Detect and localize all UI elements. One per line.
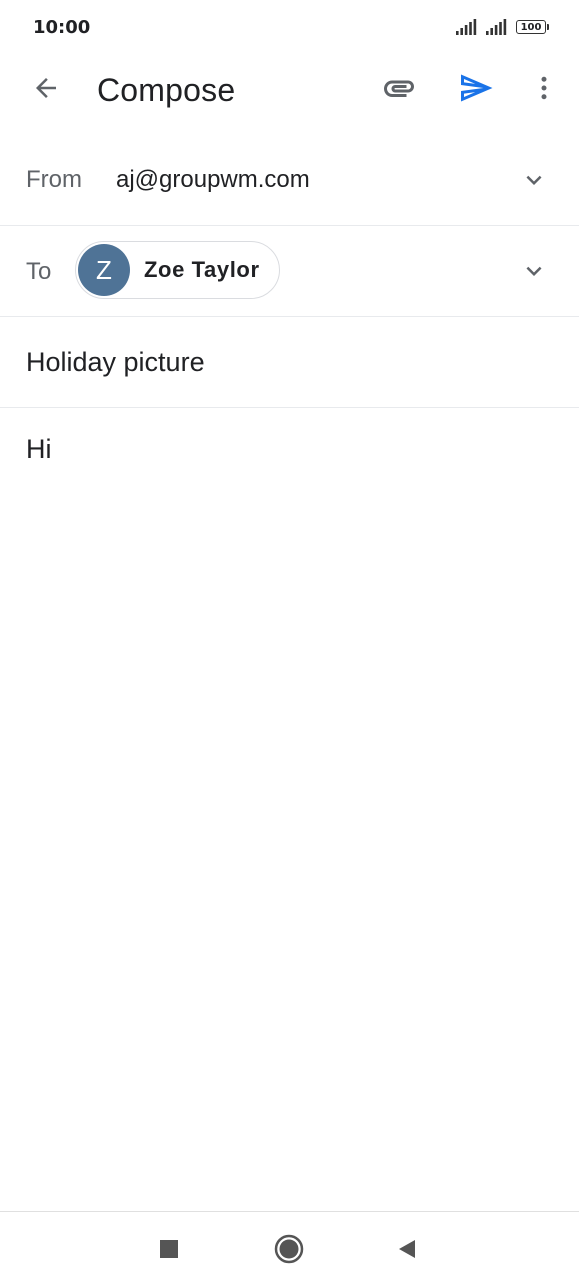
page-title: Compose xyxy=(97,72,236,108)
battery-icon: 100 xyxy=(516,20,549,34)
status-time: 10:00 xyxy=(33,17,91,38)
back-triangle-icon xyxy=(395,1237,419,1266)
back-button[interactable] xyxy=(26,70,66,110)
app-bar: Compose xyxy=(0,56,579,124)
to-label: To xyxy=(26,258,52,285)
more-vert-icon xyxy=(529,73,559,108)
send-icon xyxy=(458,70,494,111)
body-input[interactable]: Hi xyxy=(26,434,52,465)
to-row[interactable]: To Z Zoe Taylor xyxy=(0,226,579,317)
send-button[interactable] xyxy=(455,70,497,110)
signal-icon xyxy=(486,19,508,35)
chevron-down-icon[interactable] xyxy=(519,165,549,195)
recents-square-icon xyxy=(158,1238,180,1265)
signal-icon xyxy=(456,19,478,35)
more-options-button[interactable] xyxy=(526,70,562,110)
chevron-down-icon[interactable] xyxy=(519,256,549,286)
status-icons: 100 xyxy=(456,19,549,35)
from-row[interactable]: From aj@groupwm.com xyxy=(0,135,579,226)
back-arrow-icon xyxy=(31,73,61,108)
subject-input[interactable]: Holiday picture xyxy=(26,347,205,378)
paperclip-icon xyxy=(381,70,417,111)
battery-level: 100 xyxy=(516,20,546,34)
system-nav-bar xyxy=(0,1211,579,1288)
system-back-button[interactable] xyxy=(390,1234,424,1268)
home-circle-icon xyxy=(273,1233,305,1270)
from-address[interactable]: aj@groupwm.com xyxy=(116,166,310,194)
subject-row[interactable]: Holiday picture xyxy=(0,317,579,408)
home-button[interactable] xyxy=(272,1234,306,1268)
recipient-chip[interactable]: Z Zoe Taylor xyxy=(75,241,280,299)
avatar: Z xyxy=(78,244,130,296)
from-label: From xyxy=(26,166,82,193)
recipient-name: Zoe Taylor xyxy=(144,257,260,282)
status-bar: 10:00 100 xyxy=(0,0,579,56)
recents-button[interactable] xyxy=(152,1234,186,1268)
attach-button[interactable] xyxy=(378,70,420,110)
